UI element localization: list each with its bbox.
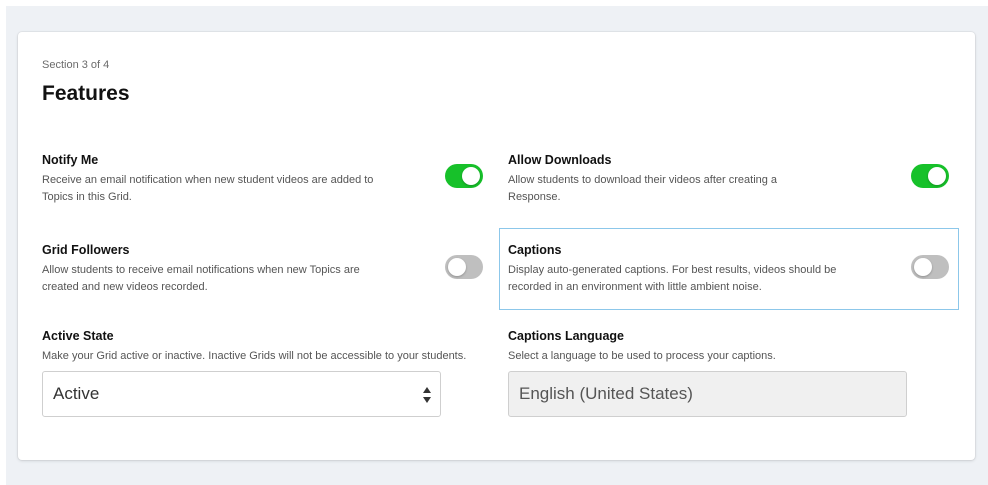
allow-downloads-description: Allow students to download their videos … <box>508 174 778 203</box>
updown-arrows-icon <box>423 387 431 403</box>
toggle-knob <box>448 258 466 276</box>
notify-me-toggle[interactable] <box>445 164 483 188</box>
grid-followers-title: Grid Followers <box>42 243 130 257</box>
toggle-knob <box>914 258 932 276</box>
active-state-description: Make your Grid active or inactive. Inact… <box>42 350 467 362</box>
captions-language-description: Select a language to be used to process … <box>508 350 776 362</box>
grid-followers-toggle[interactable] <box>445 255 483 279</box>
active-state-select[interactable]: Active <box>42 371 441 417</box>
section-title: Features <box>42 82 130 105</box>
allow-downloads-title: Allow Downloads <box>508 153 612 167</box>
captions-language-value: English (United States) <box>519 384 693 403</box>
captions-toggle[interactable] <box>911 255 949 279</box>
captions-language-setting: Captions Language Select a language to b… <box>508 329 948 365</box>
active-state-value: Active <box>53 384 100 403</box>
captions-title: Captions <box>508 243 562 257</box>
section-progress-label: Section 3 of 4 <box>42 59 110 71</box>
active-state-setting: Active State Make your Grid active or in… <box>42 329 492 365</box>
active-state-title: Active State <box>42 329 114 343</box>
captions-language-select: English (United States) <box>508 371 907 417</box>
features-card: Section 3 of 4 Features Notify Me Receiv… <box>18 32 975 460</box>
notify-me-title: Notify Me <box>42 153 99 167</box>
captions-setting: Captions Display auto-generated captions… <box>508 243 948 296</box>
notify-me-setting: Notify Me Receive an email notification … <box>42 153 482 206</box>
captions-language-title: Captions Language <box>508 329 624 343</box>
grid-followers-description: Allow students to receive email notifica… <box>42 264 360 293</box>
notify-me-description: Receive an email notification when new s… <box>42 174 374 203</box>
captions-description: Display auto-generated captions. For bes… <box>508 264 837 293</box>
grid-followers-setting: Grid Followers Allow students to receive… <box>42 243 482 296</box>
allow-downloads-setting: Allow Downloads Allow students to downlo… <box>508 153 948 206</box>
toggle-knob <box>462 167 480 185</box>
toggle-knob <box>928 167 946 185</box>
allow-downloads-toggle[interactable] <box>911 164 949 188</box>
